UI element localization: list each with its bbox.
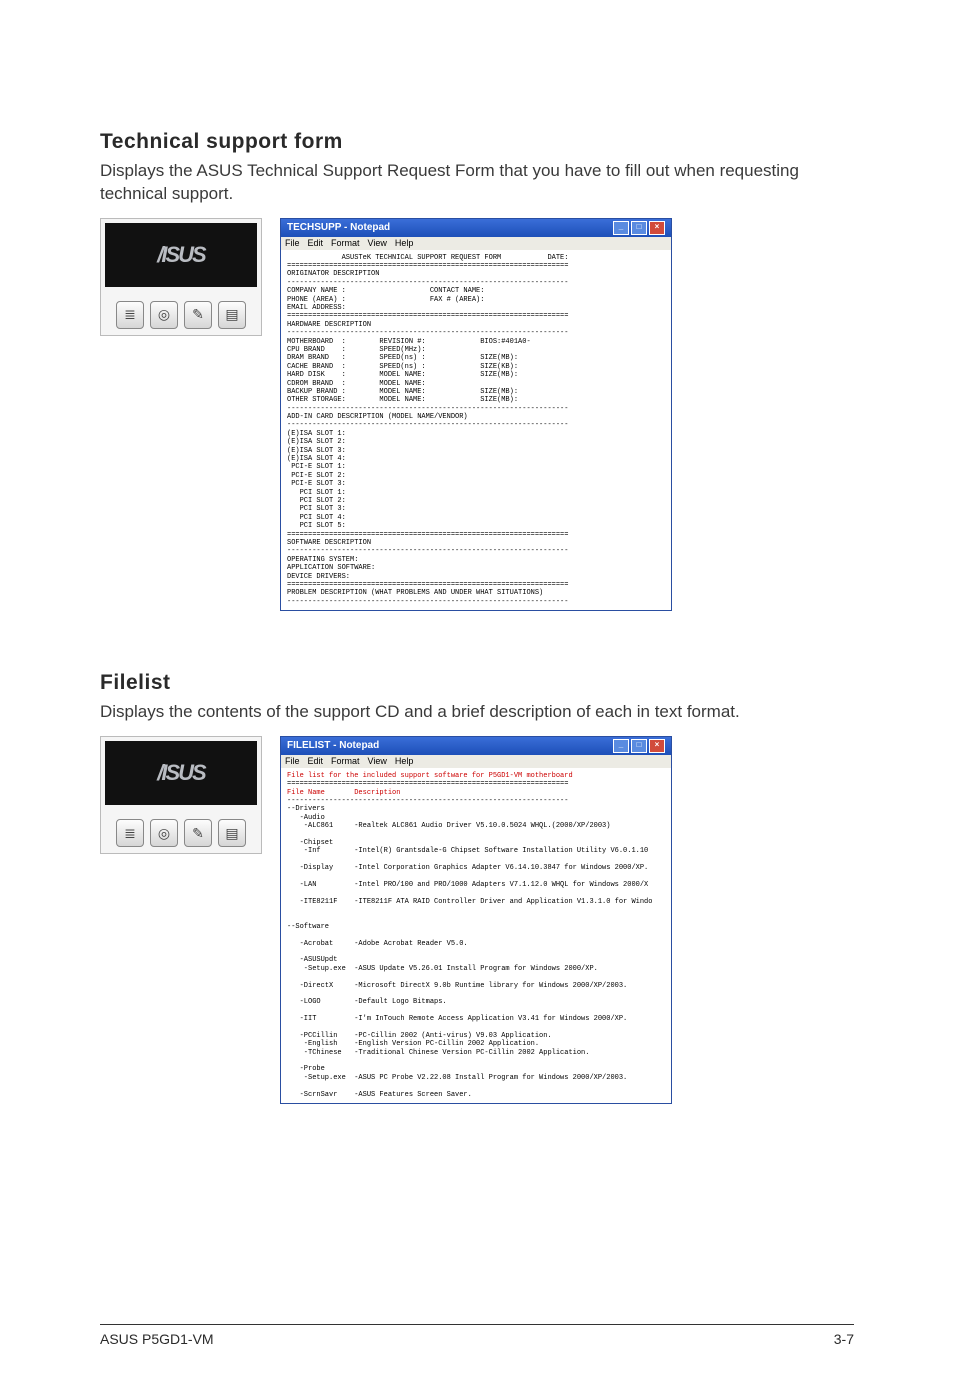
section-title-techsupport: Technical support form	[100, 130, 854, 154]
thumbnail-filelist: /ISUS ≣ ◎ ✎ ▤	[100, 736, 262, 854]
maximize-button[interactable]: □	[631, 221, 647, 235]
page-icon: ▤	[218, 819, 246, 847]
asus-logo: /ISUS	[105, 223, 257, 287]
window-title: TECHSUPP - Notepad	[287, 222, 390, 234]
footer-page-number: 3-7	[834, 1331, 854, 1347]
window-title: FILELIST - Notepad	[287, 740, 379, 752]
section-desc-filelist: Displays the contents of the support CD …	[100, 701, 854, 724]
menubar[interactable]: File Edit Format View Help	[281, 755, 671, 768]
wrench-icon: ✎	[184, 301, 212, 329]
menu-view[interactable]: View	[368, 756, 387, 767]
minimize-button[interactable]: _	[613, 221, 629, 235]
menu-file[interactable]: File	[285, 756, 300, 767]
menu-file[interactable]: File	[285, 238, 300, 249]
minimize-button[interactable]: _	[613, 739, 629, 753]
section-desc-techsupport: Displays the ASUS Technical Support Requ…	[100, 160, 854, 206]
wrench-icon: ✎	[184, 819, 212, 847]
close-button[interactable]: ×	[649, 739, 665, 753]
notepad-window-techsupport: TECHSUPP - Notepad _ □ × File Edit Forma…	[280, 218, 672, 611]
menu-view[interactable]: View	[368, 238, 387, 249]
menu-format[interactable]: Format	[331, 238, 360, 249]
disc-icon: ◎	[150, 301, 178, 329]
menu-help[interactable]: Help	[395, 238, 414, 249]
svg-text:/ISUS: /ISUS	[156, 242, 207, 267]
page-icon: ▤	[218, 301, 246, 329]
asus-logo: /ISUS	[105, 741, 257, 805]
notepad-window-filelist: FILELIST - Notepad _ □ × File Edit Forma…	[280, 736, 672, 1104]
menu-help[interactable]: Help	[395, 756, 414, 767]
disc-icon: ◎	[150, 819, 178, 847]
svg-text:/ISUS: /ISUS	[156, 760, 207, 785]
footer-product: ASUS P5GD1-VM	[100, 1331, 214, 1347]
list-icon: ≣	[116, 301, 144, 329]
close-button[interactable]: ×	[649, 221, 665, 235]
menubar[interactable]: File Edit Format View Help	[281, 237, 671, 250]
maximize-button[interactable]: □	[631, 739, 647, 753]
menu-edit[interactable]: Edit	[308, 238, 324, 249]
list-icon: ≣	[116, 819, 144, 847]
notepad-body-filelist: File list for the included support softw…	[281, 768, 671, 1103]
notepad-body-techsupport: ASUSTeK TECHNICAL SUPPORT REQUEST FORM D…	[281, 250, 671, 610]
thumbnail-techsupport: /ISUS ≣ ◎ ✎ ▤	[100, 218, 262, 336]
menu-edit[interactable]: Edit	[308, 756, 324, 767]
section-title-filelist: Filelist	[100, 671, 854, 695]
menu-format[interactable]: Format	[331, 756, 360, 767]
